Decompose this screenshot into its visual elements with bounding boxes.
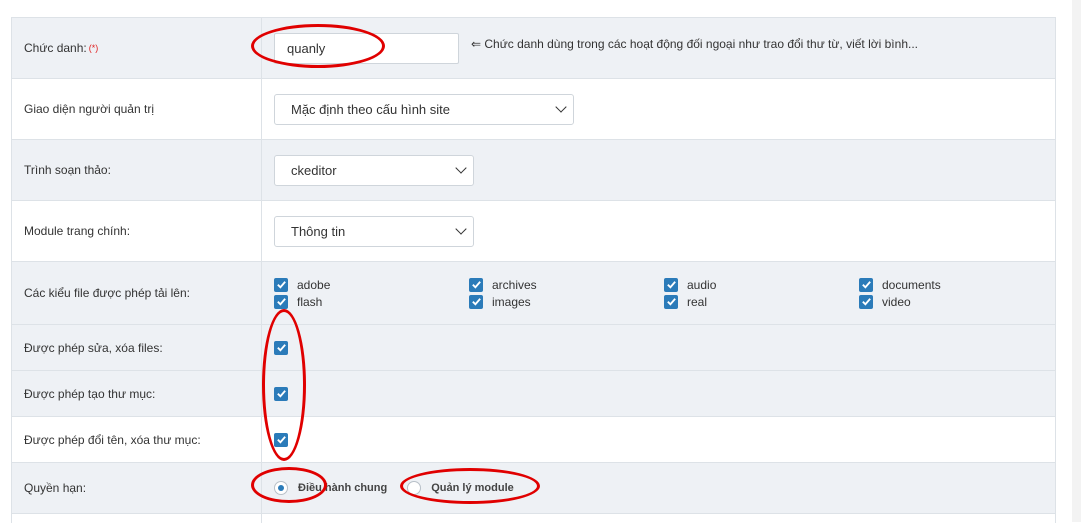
- checkbox-checked-icon[interactable]: [664, 294, 678, 309]
- chevron-down-icon: [555, 101, 567, 113]
- file-type-label: flash: [297, 294, 323, 309]
- editor-selected: ckeditor: [291, 162, 337, 178]
- checkmark-icon: [276, 344, 286, 352]
- required-mark: (*): [88, 43, 99, 53]
- page-scrollbar-track[interactable]: [1072, 0, 1081, 522]
- checkbox-checked-icon[interactable]: [664, 277, 678, 292]
- file-type-label: adobe: [297, 277, 331, 292]
- row-file-types: Các kiểu file được phép tải lên: adobe a…: [12, 262, 1055, 325]
- checkbox-checked-icon[interactable]: [274, 294, 288, 309]
- allow-create-folder-cell: [262, 371, 1055, 416]
- file-type-archives[interactable]: archives: [469, 277, 664, 292]
- admin-theme-value-cell: Mặc định theo cấu hình site: [262, 79, 1055, 139]
- row-main-module: Module trang chính: Thông tin: [12, 201, 1055, 262]
- allow-edit-delete-files-checkbox[interactable]: [274, 340, 288, 355]
- radio-unselected-icon[interactable]: [407, 481, 422, 495]
- file-type-label: video: [882, 294, 911, 309]
- title-label-text: Chức danh:: [24, 41, 87, 55]
- main-module-selected: Thông tin: [291, 223, 346, 239]
- editor-value-cell: ckeditor: [262, 140, 1055, 200]
- file-type-label: audio: [687, 277, 717, 292]
- file-type-video[interactable]: video: [859, 294, 1054, 309]
- allow-create-folder-checkbox[interactable]: [274, 386, 288, 401]
- radio-dot: [278, 485, 284, 491]
- file-types-grid: adobe archives audio documents flash ima…: [274, 277, 1054, 309]
- permission-label: Quyền hạn:: [12, 463, 262, 513]
- row-allow-create-folder: Được phép tạo thư mục:: [12, 371, 1055, 417]
- row-permission: Quyền hạn: Điều hành chung Quản lý modul…: [12, 463, 1055, 514]
- permission-radio-group: Điều hành chung Quản lý module: [274, 481, 534, 495]
- checkmark-icon: [276, 390, 286, 398]
- file-type-label: real: [687, 294, 708, 309]
- file-type-adobe[interactable]: adobe: [274, 277, 469, 292]
- file-type-real[interactable]: real: [664, 294, 859, 309]
- title-label: Chức danh: (*): [12, 18, 262, 78]
- allow-edit-delete-files-label: Được phép sửa, xóa files:: [12, 325, 262, 370]
- allow-edit-delete-files-cell: [262, 325, 1055, 370]
- checkbox-checked-icon[interactable]: [469, 294, 483, 309]
- checkmark-icon: [276, 436, 286, 444]
- permission-option-label: Quản lý module: [431, 482, 514, 494]
- row-allow-rename-delete-folder: Được phép đổi tên, xóa thư mục:: [12, 417, 1055, 463]
- radio-selected-icon[interactable]: [274, 481, 288, 495]
- admin-theme-select[interactable]: Mặc định theo cấu hình site: [274, 93, 574, 125]
- checkbox-checked-icon[interactable]: [469, 277, 483, 292]
- row-editor: Trình soạn thảo: ckeditor: [12, 140, 1055, 201]
- row-title: Chức danh: (*) ⇐ Chức danh dùng trong cá…: [12, 18, 1055, 79]
- file-type-images[interactable]: images: [469, 294, 664, 309]
- checkbox-checked-icon[interactable]: [274, 277, 288, 292]
- row-admin-theme: Giao diện người quản trị Mặc định theo c…: [12, 79, 1055, 140]
- title-value-cell: ⇐ Chức danh dùng trong các hoạt động đối…: [262, 18, 1055, 78]
- admin-theme-selected: Mặc định theo cấu hình site: [291, 101, 450, 117]
- main-module-value-cell: Thông tin: [262, 201, 1055, 261]
- permission-option-module[interactable]: Quản lý module: [407, 481, 514, 495]
- file-types-label: Các kiểu file được phép tải lên:: [12, 262, 262, 324]
- file-type-documents[interactable]: documents: [859, 277, 1054, 292]
- admin-theme-label: Giao diện người quản trị: [12, 79, 262, 139]
- main-module-select[interactable]: Thông tin: [274, 215, 474, 247]
- file-type-label: images: [492, 294, 531, 309]
- file-type-flash[interactable]: flash: [274, 294, 469, 309]
- title-input[interactable]: [274, 32, 459, 64]
- permission-option-general[interactable]: Điều hành chung: [274, 481, 387, 495]
- allow-rename-delete-folder-cell: [262, 417, 1055, 462]
- checkbox-checked-icon[interactable]: [859, 294, 873, 309]
- chevron-down-icon: [455, 162, 467, 174]
- file-types-value-cell: adobe archives audio documents flash ima…: [262, 262, 1055, 324]
- file-type-label: archives: [492, 277, 537, 292]
- allow-rename-delete-folder-label: Được phép đổi tên, xóa thư mục:: [12, 417, 262, 462]
- chevron-down-icon: [455, 223, 467, 235]
- main-module-label: Module trang chính:: [12, 201, 262, 261]
- permission-cell: Điều hành chung Quản lý module: [262, 463, 1055, 513]
- permission-option-label: Điều hành chung: [298, 482, 388, 494]
- editor-label: Trình soạn thảo:: [12, 140, 262, 200]
- row-allow-edit-delete-files: Được phép sửa, xóa files:: [12, 325, 1055, 371]
- allow-create-folder-label: Được phép tạo thư mục:: [12, 371, 262, 416]
- file-type-label: documents: [882, 277, 941, 292]
- title-hint: ⇐ Chức danh dùng trong các hoạt động đối…: [471, 37, 918, 51]
- admin-settings-form: Chức danh: (*) ⇐ Chức danh dùng trong cá…: [11, 17, 1056, 523]
- allow-rename-delete-folder-checkbox[interactable]: [274, 432, 288, 447]
- editor-select[interactable]: ckeditor: [274, 154, 474, 186]
- file-type-audio[interactable]: audio: [664, 277, 859, 292]
- checkbox-checked-icon[interactable]: [859, 277, 873, 292]
